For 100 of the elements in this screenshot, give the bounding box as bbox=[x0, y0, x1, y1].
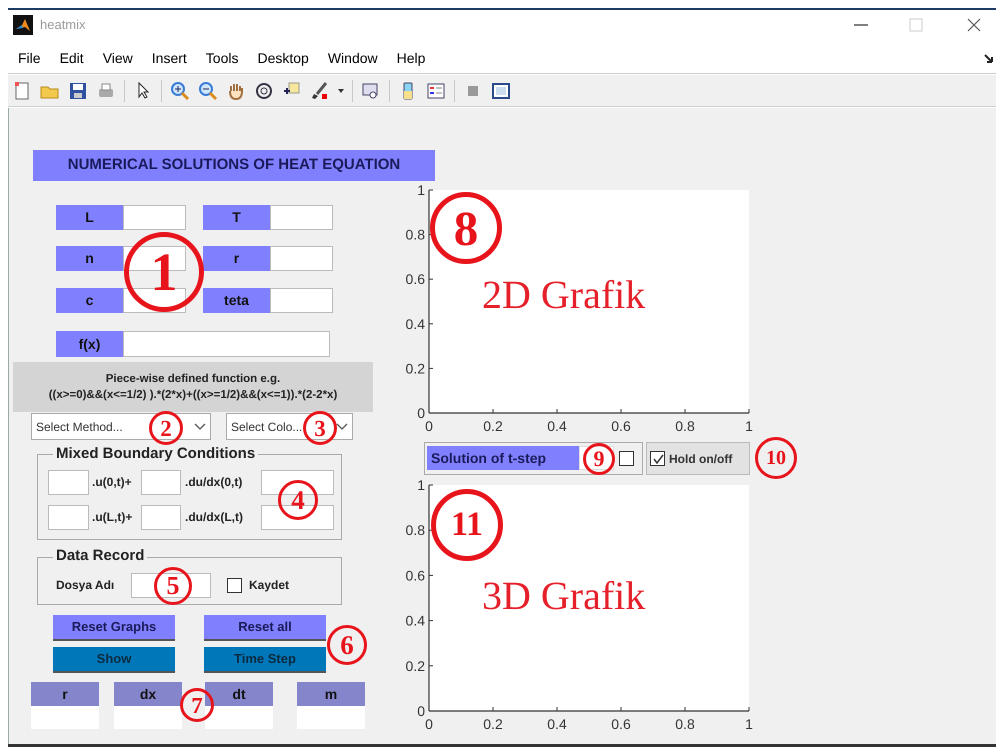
callout-number: 8 bbox=[430, 192, 502, 264]
x-tick-label: 1 bbox=[745, 716, 753, 732]
parameter-field[interactable] bbox=[123, 205, 186, 230]
y-tick-label: 0 bbox=[417, 703, 425, 719]
callout-number: 4 bbox=[278, 480, 318, 520]
menu-item[interactable]: File bbox=[18, 48, 41, 69]
function-label: f(x) bbox=[56, 331, 123, 357]
action-button[interactable]: Reset all bbox=[204, 615, 326, 641]
callout-number: 11 bbox=[431, 489, 503, 561]
y-tick-label: 0 bbox=[417, 405, 425, 421]
coefficient-field[interactable] bbox=[141, 505, 181, 530]
chevron-icon bbox=[194, 422, 206, 430]
x-tick-label: 0 bbox=[425, 716, 433, 732]
maximize-icon bbox=[908, 17, 924, 33]
y-tick-label: 0.6 bbox=[406, 567, 425, 584]
parameter-field[interactable] bbox=[270, 288, 333, 313]
menu-item[interactable]: Help bbox=[396, 48, 426, 69]
checkbox-label: Hold on/off bbox=[669, 451, 732, 468]
output-label: dt bbox=[205, 682, 273, 706]
callout-number: 2 bbox=[149, 411, 183, 445]
checkbox-label: Kaydet bbox=[249, 577, 290, 594]
chevron-icon bbox=[336, 422, 348, 430]
parameter-label: L bbox=[56, 205, 123, 230]
plot-caption: 2D Grafik bbox=[482, 272, 646, 318]
panel-label: Solution of t-step bbox=[427, 446, 579, 470]
term-label: .du/dx(0,t) bbox=[185, 474, 242, 491]
menu-item[interactable]: Tools bbox=[206, 48, 238, 69]
window-title: heatmix bbox=[40, 16, 86, 34]
caret-icon bbox=[338, 88, 344, 92]
menu-item[interactable]: Insert bbox=[152, 48, 187, 69]
term-label: .u(0,t)+ bbox=[92, 474, 132, 491]
coefficient-field[interactable] bbox=[141, 470, 181, 495]
brush-icon bbox=[310, 80, 330, 100]
output-field[interactable] bbox=[205, 706, 273, 729]
y-tick-label: 0.6 bbox=[406, 271, 425, 288]
file-name-field[interactable] bbox=[131, 573, 211, 598]
x-tick-label: 0.6 bbox=[611, 716, 631, 732]
x-tick-label: 0.2 bbox=[483, 418, 503, 434]
window-icon bbox=[491, 80, 511, 100]
output-field[interactable] bbox=[297, 706, 365, 729]
callout-number: 7 bbox=[180, 688, 214, 722]
term-label: .u(L,t)+ bbox=[92, 509, 132, 526]
dock-arrow-icon bbox=[984, 54, 994, 64]
callout-number: 3 bbox=[303, 411, 337, 445]
menu-item[interactable]: Edit bbox=[60, 48, 84, 69]
group-title: Mixed Boundary Conditions bbox=[53, 445, 258, 463]
x-tick-label: 1 bbox=[745, 418, 753, 434]
y-tick-label: 0.4 bbox=[406, 612, 425, 629]
y-tick-label: 0.2 bbox=[406, 658, 425, 674]
callout-number: 5 bbox=[154, 567, 192, 605]
callout-number: 10 bbox=[755, 437, 797, 479]
coefficient-field[interactable] bbox=[48, 505, 89, 530]
checkbox[interactable] bbox=[227, 578, 242, 593]
y-tick-label: 0.4 bbox=[406, 316, 425, 332]
y-tick-label: 0.2 bbox=[406, 360, 425, 376]
rotate-icon bbox=[254, 80, 274, 100]
plot-caption: 3D Grafik bbox=[482, 573, 646, 619]
y-tick-label: 0.8 bbox=[406, 226, 425, 243]
y-tick-label: 1 bbox=[417, 477, 425, 493]
output-label: m bbox=[297, 682, 365, 706]
parameter-field[interactable] bbox=[270, 205, 333, 230]
heading-banner: NUMERICAL SOLUTIONS OF HEAT EQUATION bbox=[33, 150, 435, 181]
y-tick-label: 0.8 bbox=[406, 522, 425, 538]
checkbox[interactable] bbox=[619, 451, 634, 466]
x-tick-label: 0.4 bbox=[547, 418, 567, 434]
term-label: .du/dx(L,t) bbox=[185, 509, 243, 526]
app-icon bbox=[13, 15, 33, 35]
menu-item[interactable]: View bbox=[102, 48, 133, 69]
hint-text: Piece-wise defined function e.g. bbox=[106, 372, 280, 387]
x-tick-label: 0.8 bbox=[675, 418, 695, 434]
x-tick-label: 0.4 bbox=[547, 716, 567, 732]
x-tick-label: 0.6 bbox=[611, 418, 631, 434]
menu-item[interactable]: Window bbox=[328, 48, 378, 69]
x-tick-label: 0.2 bbox=[483, 716, 503, 732]
action-button[interactable]: Reset Graphs bbox=[53, 615, 175, 641]
callout-number: 9 bbox=[583, 443, 615, 475]
parameter-field[interactable] bbox=[270, 246, 333, 271]
y-tick-label: 1 bbox=[417, 182, 425, 198]
parameter-label: T bbox=[203, 205, 270, 230]
parameter-label: r bbox=[203, 246, 270, 271]
output-label: dx bbox=[114, 682, 182, 706]
output-field[interactable] bbox=[31, 706, 99, 729]
callout-number: 6 bbox=[327, 625, 367, 665]
minimize-icon bbox=[854, 24, 868, 26]
output-field[interactable] bbox=[114, 706, 182, 729]
parameter-label: n bbox=[56, 246, 123, 271]
save-icon bbox=[68, 80, 88, 100]
menu-item[interactable]: Desktop bbox=[257, 48, 309, 69]
x-tick-label: 0.8 bbox=[675, 716, 695, 732]
parameter-label: teta bbox=[203, 288, 270, 313]
coefficient-field[interactable] bbox=[48, 470, 89, 495]
x-tick-label: 0 bbox=[425, 418, 433, 434]
callout-number: 1 bbox=[124, 232, 204, 312]
hint-text: ((x>=0)&&(x<=1/2) ).*(2*x)+((x>=1/2)&&(x<=1)).*(2-2*x) bbox=[48, 388, 338, 403]
legend-icon bbox=[426, 80, 446, 100]
function-field[interactable] bbox=[123, 331, 330, 357]
zoom-in-icon bbox=[170, 80, 190, 100]
zoom-out-icon bbox=[198, 80, 218, 100]
file-name-label: Dosya Adı bbox=[56, 577, 114, 594]
checkbox[interactable] bbox=[650, 451, 665, 466]
